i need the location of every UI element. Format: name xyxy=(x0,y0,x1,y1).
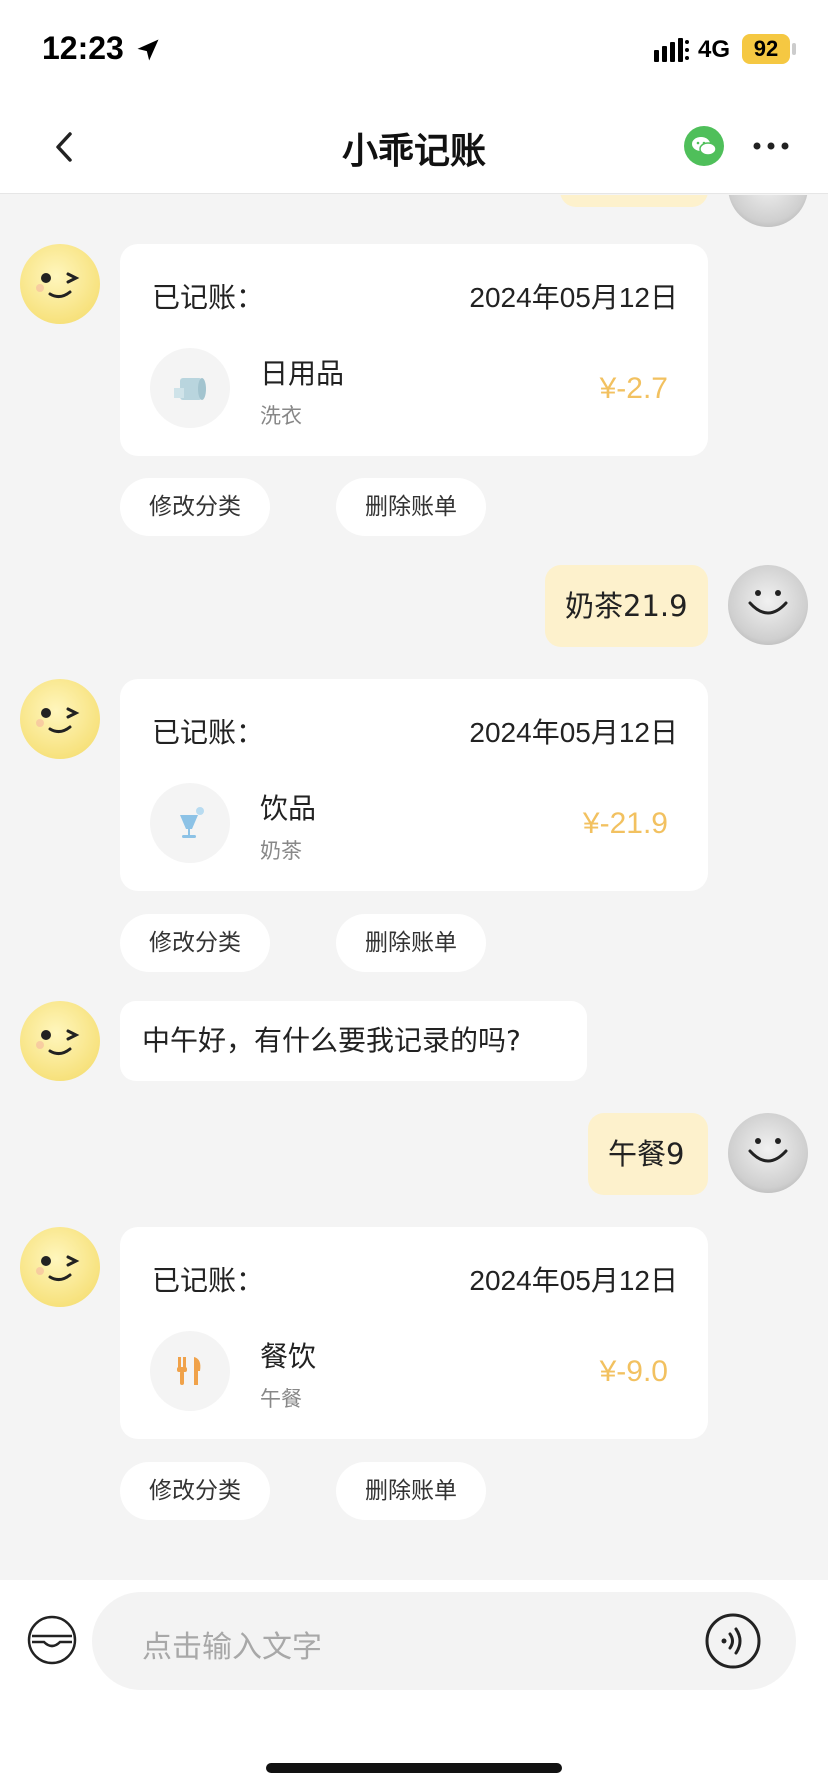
smiley-face-icon xyxy=(748,1138,788,1163)
delete-bill-button[interactable]: 删除账单 xyxy=(336,1462,486,1520)
status-bar: 12:23 4G 92 xyxy=(0,0,828,100)
user-avatar xyxy=(728,1113,808,1193)
delete-bill-button[interactable]: 删除账单 xyxy=(336,914,486,972)
battery-cap xyxy=(792,43,796,55)
category-name: 日用品 xyxy=(260,357,345,390)
smiley-face-icon xyxy=(748,590,788,615)
bottom-safe-area xyxy=(0,1722,828,1792)
card-date: 2024年05月12日 xyxy=(469,282,678,313)
edit-category-button[interactable]: 修改分类 xyxy=(120,1462,270,1520)
bot-avatar xyxy=(20,679,100,759)
wink-face-icon xyxy=(36,1255,80,1282)
card-date: 2024年05月12日 xyxy=(469,717,678,748)
nav-bar: 小乖记账 xyxy=(0,100,828,194)
tissue-roll-icon xyxy=(174,378,206,400)
signal-icon xyxy=(654,38,689,62)
category-icon-wrap xyxy=(150,783,230,863)
bill-amount: ¥-2.7 xyxy=(599,372,668,405)
previous-user-bubble xyxy=(560,195,708,207)
bot-avatar xyxy=(20,1227,100,1307)
card-date: 2024年05月12日 xyxy=(469,1265,678,1296)
home-indicator[interactable] xyxy=(266,1763,562,1773)
input-bar: 点击输入文字 xyxy=(0,1580,828,1722)
text-input[interactable]: 点击输入文字 xyxy=(92,1592,796,1690)
bill-card[interactable]: 已记账： 2024年05月12日 日用品 洗衣 ¥-2.7 xyxy=(120,244,708,456)
card-label: 已记账： xyxy=(152,281,265,314)
chat-area[interactable]: 已记账： 2024年05月12日 日用品 洗衣 ¥-2.7 修改分类 删除账单 … xyxy=(0,195,828,1580)
location-arrow-icon xyxy=(137,39,159,61)
category-note: 午餐 xyxy=(260,1387,302,1411)
battery-indicator: 92 xyxy=(742,34,790,64)
card-label: 已记账： xyxy=(152,1264,265,1297)
status-time: 12:23 xyxy=(42,30,124,66)
wink-face-icon xyxy=(36,272,80,299)
bot-avatar xyxy=(20,1001,100,1081)
category-name: 饮品 xyxy=(260,792,317,825)
category-icon-wrap xyxy=(150,348,230,428)
wechat-icon xyxy=(692,137,717,156)
user-message-bubble: 午餐9 xyxy=(588,1113,708,1195)
bill-card[interactable]: 已记账： 2024年05月12日 饮品 奶茶 ¥-21.9 xyxy=(120,679,708,891)
drink-cup-icon xyxy=(180,807,204,838)
user-avatar xyxy=(728,195,808,227)
category-icon-wrap xyxy=(150,1331,230,1411)
card-label: 已记账： xyxy=(152,716,265,749)
more-options-icon[interactable] xyxy=(748,126,794,166)
bill-amount: ¥-21.9 xyxy=(582,807,668,840)
wink-face-icon xyxy=(36,707,80,734)
wallet-icon[interactable] xyxy=(26,1614,78,1666)
user-avatar xyxy=(728,565,808,645)
bill-amount: ¥-9.0 xyxy=(599,1355,668,1388)
delete-bill-button[interactable]: 删除账单 xyxy=(336,478,486,536)
edit-category-button[interactable]: 修改分类 xyxy=(120,914,270,972)
category-name: 餐饮 xyxy=(260,1340,317,1373)
category-note: 洗衣 xyxy=(260,404,302,428)
wechat-button[interactable] xyxy=(684,126,724,166)
category-note: 奶茶 xyxy=(260,839,302,863)
user-message-bubble: 奶茶21.9 xyxy=(545,565,708,647)
edit-category-button[interactable]: 修改分类 xyxy=(120,478,270,536)
input-placeholder: 点击输入文字 xyxy=(142,1630,322,1665)
voice-input-icon[interactable] xyxy=(704,1612,762,1670)
wink-face-icon xyxy=(36,1029,80,1056)
fork-knife-icon xyxy=(177,1357,201,1385)
network-type: 4G xyxy=(698,36,731,63)
bot-message-bubble: 中午好，有什么要我记录的吗? xyxy=(120,1001,587,1081)
bot-avatar xyxy=(20,244,100,324)
bill-card[interactable]: 已记账： 2024年05月12日 餐饮 午餐 ¥-9.0 xyxy=(120,1227,708,1439)
